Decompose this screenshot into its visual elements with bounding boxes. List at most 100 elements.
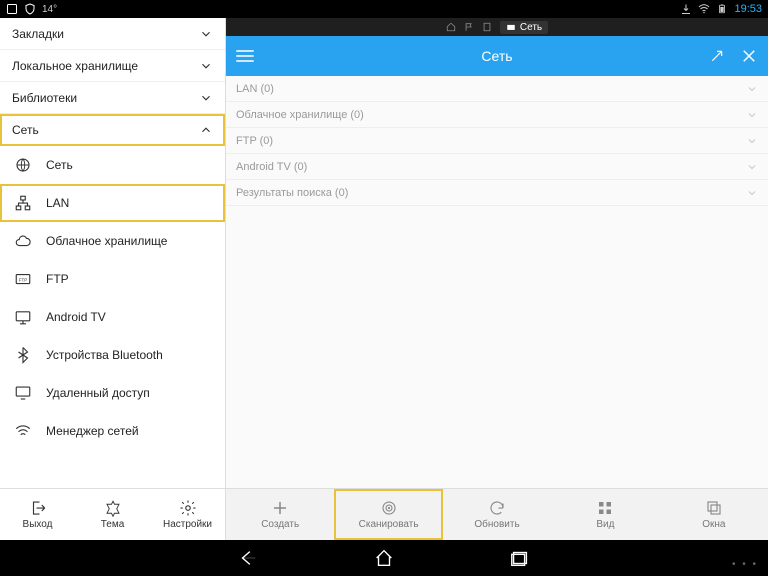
sidebar-item-ftp[interactable]: FTP FTP	[0, 260, 225, 298]
sidebar-item-label: Удаленный доступ	[46, 386, 150, 400]
wifi-icon	[698, 3, 710, 15]
toolbar-label: Сканировать	[359, 519, 419, 530]
flag-icon[interactable]	[464, 22, 474, 32]
list-row-label: Android TV (0)	[236, 161, 307, 173]
sidebar-item-label: FTP	[46, 272, 69, 286]
list-row-label: FTP (0)	[236, 135, 273, 147]
nav-home-icon[interactable]	[371, 547, 397, 569]
chevron-down-icon	[199, 27, 213, 41]
windows-icon	[705, 499, 723, 517]
bluetooth-icon	[14, 346, 32, 364]
status-temp: 14°	[42, 4, 57, 15]
breadcrumb-current[interactable]: Сеть	[500, 21, 548, 34]
exit-icon	[29, 499, 47, 517]
sidebar-section-libraries[interactable]: Библиотеки	[0, 82, 225, 114]
network-list: LAN (0) Облачное хранилище (0) FTP (0) A…	[226, 76, 768, 488]
sidebar-item-lan[interactable]: LAN	[0, 184, 225, 222]
toolbar-label: Вид	[596, 519, 614, 530]
expand-icon[interactable]	[710, 49, 724, 63]
list-row-label: Облачное хранилище (0)	[236, 109, 364, 121]
list-row-search[interactable]: Результаты поиска (0)	[226, 180, 768, 206]
sidebar-item-cloud[interactable]: Облачное хранилище	[0, 222, 225, 260]
shield-icon	[24, 3, 36, 15]
scan-icon	[380, 499, 398, 517]
sidebar-section-label: Сеть	[12, 123, 39, 137]
tv-icon	[14, 308, 32, 326]
battery-icon	[716, 3, 728, 15]
sidebar-settings-button[interactable]: Настройки	[150, 489, 225, 540]
android-status-bar: 14° 19:53	[0, 0, 768, 18]
list-row-label: LAN (0)	[236, 83, 274, 95]
sidebar-item-netmgr[interactable]: Менеджер сетей	[0, 412, 225, 450]
plus-icon	[271, 499, 289, 517]
refresh-icon	[488, 499, 506, 517]
toolbar-label: Обновить	[474, 519, 519, 530]
list-row-cloud[interactable]: Облачное хранилище (0)	[226, 102, 768, 128]
sidebar-bottom-label: Настройки	[163, 519, 212, 530]
status-clock: 19:53	[734, 3, 762, 15]
sidebar-section-label: Закладки	[12, 27, 64, 41]
sidebar-section-label: Библиотеки	[12, 91, 77, 105]
cloud-icon	[14, 232, 32, 250]
gear-icon	[179, 499, 197, 517]
list-row-ftp[interactable]: FTP (0)	[226, 128, 768, 154]
list-row-lan[interactable]: LAN (0)	[226, 76, 768, 102]
theme-icon	[104, 499, 122, 517]
sidebar-item-androidtv[interactable]: Android TV	[0, 298, 225, 336]
toolbar-label: Создать	[261, 519, 299, 530]
toolbar-view-button[interactable]: Вид	[551, 489, 659, 540]
toolbar-scan-button[interactable]: Сканировать	[334, 489, 442, 540]
android-nav-bar: • • •	[0, 540, 768, 576]
grid-icon	[596, 499, 614, 517]
title-bar: Сеть	[226, 36, 768, 76]
breadcrumb-bar: Сеть	[226, 18, 768, 36]
sidebar: Закладки Локальное хранилище Библиотеки …	[0, 18, 226, 540]
list-row-androidtv[interactable]: Android TV (0)	[226, 154, 768, 180]
nav-more-icon[interactable]: • • •	[732, 559, 758, 570]
sidebar-section-bookmarks[interactable]: Закладки	[0, 18, 225, 50]
toolbar-label: Окна	[702, 519, 725, 530]
nav-recent-icon[interactable]	[507, 547, 533, 569]
ftp-icon: FTP	[14, 270, 32, 288]
close-icon[interactable]	[740, 47, 758, 65]
home-icon[interactable]	[446, 22, 456, 32]
sidebar-item-label: Облачное хранилище	[46, 234, 167, 248]
main-panel: Сеть Сеть LAN (0) Облачное	[226, 18, 768, 540]
chevron-down-icon	[746, 187, 758, 199]
sidebar-exit-button[interactable]: Выход	[0, 489, 75, 540]
monitor-icon	[14, 384, 32, 402]
sidebar-section-local[interactable]: Локальное хранилище	[0, 50, 225, 82]
menu-icon[interactable]	[236, 50, 254, 62]
chevron-down-icon	[746, 83, 758, 95]
sidebar-item-label: Android TV	[46, 310, 106, 324]
list-row-label: Результаты поиска (0)	[236, 187, 348, 199]
globe-icon	[14, 156, 32, 174]
sidebar-section-label: Локальное хранилище	[12, 59, 138, 73]
page-title: Сеть	[481, 48, 512, 64]
svg-text:FTP: FTP	[19, 277, 28, 282]
lan-icon	[14, 194, 32, 212]
toolbar-windows-button[interactable]: Окна	[660, 489, 768, 540]
sidebar-item-remote[interactable]: Удаленный доступ	[0, 374, 225, 412]
sidebar-section-network[interactable]: Сеть	[0, 114, 225, 146]
toolbar-refresh-button[interactable]: Обновить	[443, 489, 551, 540]
sidebar-item-label: Устройства Bluetooth	[46, 348, 163, 362]
chevron-up-icon	[199, 123, 213, 137]
sidebar-item-label: Сеть	[46, 158, 73, 172]
download-queue-icon	[680, 3, 692, 15]
sidebar-theme-button[interactable]: Тема	[75, 489, 150, 540]
folder-icon	[506, 22, 516, 32]
sidebar-item-label: LAN	[46, 196, 69, 210]
sidebar-item-label: Менеджер сетей	[46, 424, 139, 438]
chevron-down-icon	[746, 109, 758, 121]
nav-back-icon[interactable]	[235, 547, 261, 569]
chevron-down-icon	[746, 135, 758, 147]
sidebar-item-network[interactable]: Сеть	[0, 146, 225, 184]
sd-icon[interactable]	[482, 22, 492, 32]
wifi-settings-icon	[14, 422, 32, 440]
breadcrumb-label: Сеть	[520, 22, 542, 33]
sidebar-item-bluetooth[interactable]: Устройства Bluetooth	[0, 336, 225, 374]
sidebar-bottom-label: Выход	[23, 519, 53, 530]
toolbar-create-button[interactable]: Создать	[226, 489, 334, 540]
chevron-down-icon	[746, 161, 758, 173]
